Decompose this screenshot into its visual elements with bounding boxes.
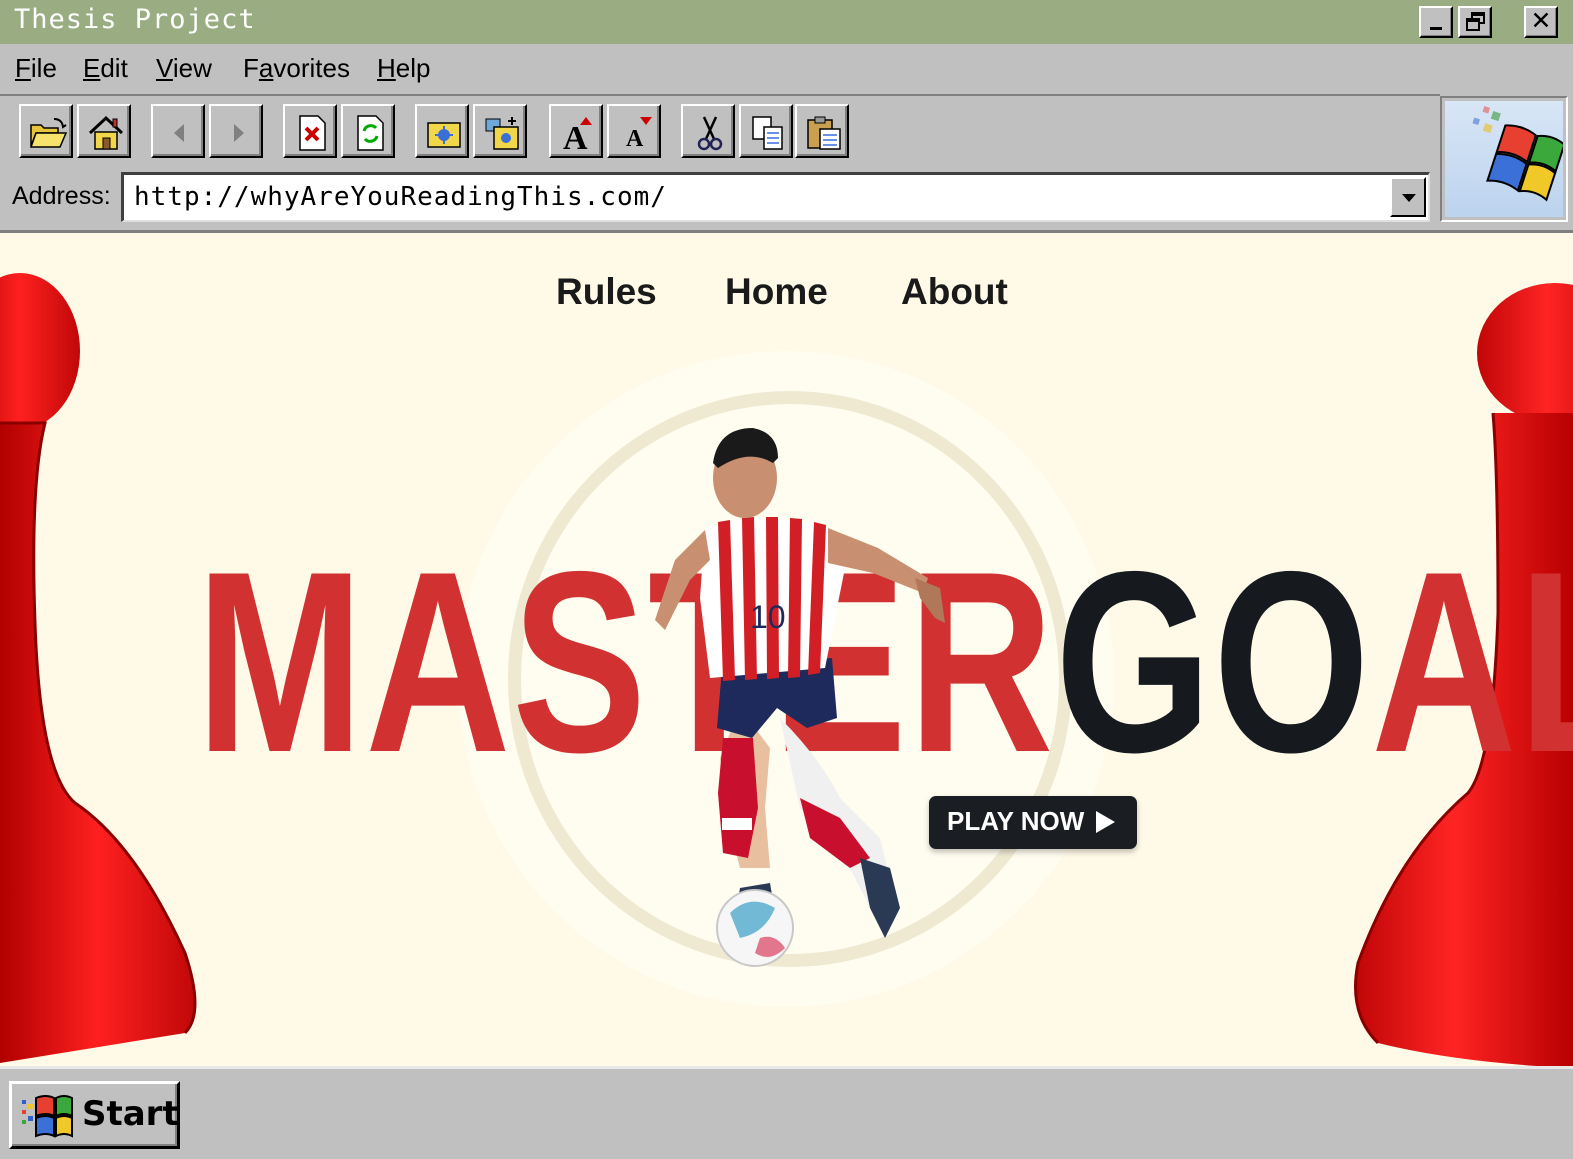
font-smaller-icon: A bbox=[626, 117, 652, 152]
copy-icon bbox=[752, 116, 783, 150]
back-icon bbox=[174, 124, 184, 142]
paste-button[interactable] bbox=[795, 104, 849, 158]
menu-bar: File Edit View Favorites Help bbox=[0, 44, 1573, 94]
cut-button[interactable] bbox=[681, 104, 735, 158]
copy-button[interactable] bbox=[739, 104, 793, 158]
restore-button[interactable] bbox=[1458, 6, 1492, 38]
title-bar[interactable]: Thesis Project ✕ bbox=[0, 0, 1573, 44]
back-button[interactable] bbox=[151, 104, 205, 158]
browser-window: Thesis Project ✕ File Edit View Favorite… bbox=[0, 0, 1573, 1159]
font-larger-button[interactable]: A bbox=[549, 104, 603, 158]
start-label: Start bbox=[82, 1094, 179, 1134]
play-triangle-icon bbox=[1096, 811, 1115, 833]
menu-edit[interactable]: Edit bbox=[83, 53, 128, 84]
font-smaller-button[interactable]: A bbox=[607, 104, 661, 158]
minimize-button[interactable] bbox=[1419, 6, 1453, 38]
add-favorite-button[interactable] bbox=[473, 104, 527, 158]
start-windows-icon bbox=[22, 1095, 73, 1138]
paste-icon bbox=[807, 116, 841, 150]
toolbar: A A bbox=[0, 94, 1440, 164]
svg-text:10: 10 bbox=[750, 599, 786, 635]
address-input[interactable]: http://whyAreYouReadingThis.com/ bbox=[121, 172, 1430, 222]
menu-favorites[interactable]: Favorites bbox=[243, 53, 350, 84]
address-dropdown-button[interactable] bbox=[1390, 177, 1426, 217]
page-viewport: Rules Home About MASTERGOAL bbox=[0, 230, 1573, 1066]
menu-file[interactable]: File bbox=[15, 53, 57, 84]
favorites-button[interactable] bbox=[415, 104, 469, 158]
open-button[interactable] bbox=[19, 104, 73, 158]
open-folder-icon bbox=[29, 118, 68, 148]
play-now-label: PLAY NOW bbox=[947, 806, 1085, 836]
refresh-button[interactable] bbox=[341, 104, 395, 158]
add-favorite-icon bbox=[485, 117, 519, 150]
address-label: Address: bbox=[12, 182, 111, 210]
home-button[interactable] bbox=[77, 104, 131, 158]
home-icon bbox=[88, 115, 124, 150]
font-larger-icon: A bbox=[563, 117, 592, 153]
start-button[interactable]: Start bbox=[9, 1081, 180, 1149]
menu-help[interactable]: Help bbox=[377, 53, 430, 84]
windows-logo-icon bbox=[1472, 106, 1566, 202]
nav-home-link[interactable]: Home bbox=[725, 271, 828, 313]
stop-button[interactable] bbox=[283, 104, 337, 158]
stop-icon bbox=[299, 115, 326, 151]
soccer-player-image: 10 bbox=[655, 428, 945, 967]
address-bar: Address: http://whyAreYouReadingThis.com… bbox=[0, 164, 1440, 230]
close-button[interactable]: ✕ bbox=[1524, 6, 1558, 38]
nav-rules-link[interactable]: Rules bbox=[556, 271, 657, 313]
svg-text:A: A bbox=[626, 126, 644, 152]
taskbar: Start bbox=[0, 1066, 1573, 1159]
nav-about-link[interactable]: About bbox=[901, 271, 1008, 313]
refresh-icon bbox=[357, 115, 384, 151]
forward-icon bbox=[234, 124, 244, 142]
close-icon: ✕ bbox=[1530, 6, 1552, 35]
address-value[interactable]: http://whyAreYouReadingThis.com/ bbox=[134, 182, 667, 212]
forward-button[interactable] bbox=[209, 104, 263, 158]
browser-throbber bbox=[1440, 96, 1568, 222]
window-title: Thesis Project bbox=[14, 4, 256, 35]
cut-icon bbox=[697, 116, 723, 151]
favorites-folder-icon bbox=[427, 122, 461, 148]
play-now-button[interactable]: PLAY NOW bbox=[929, 796, 1137, 849]
menu-view[interactable]: View bbox=[156, 53, 212, 84]
